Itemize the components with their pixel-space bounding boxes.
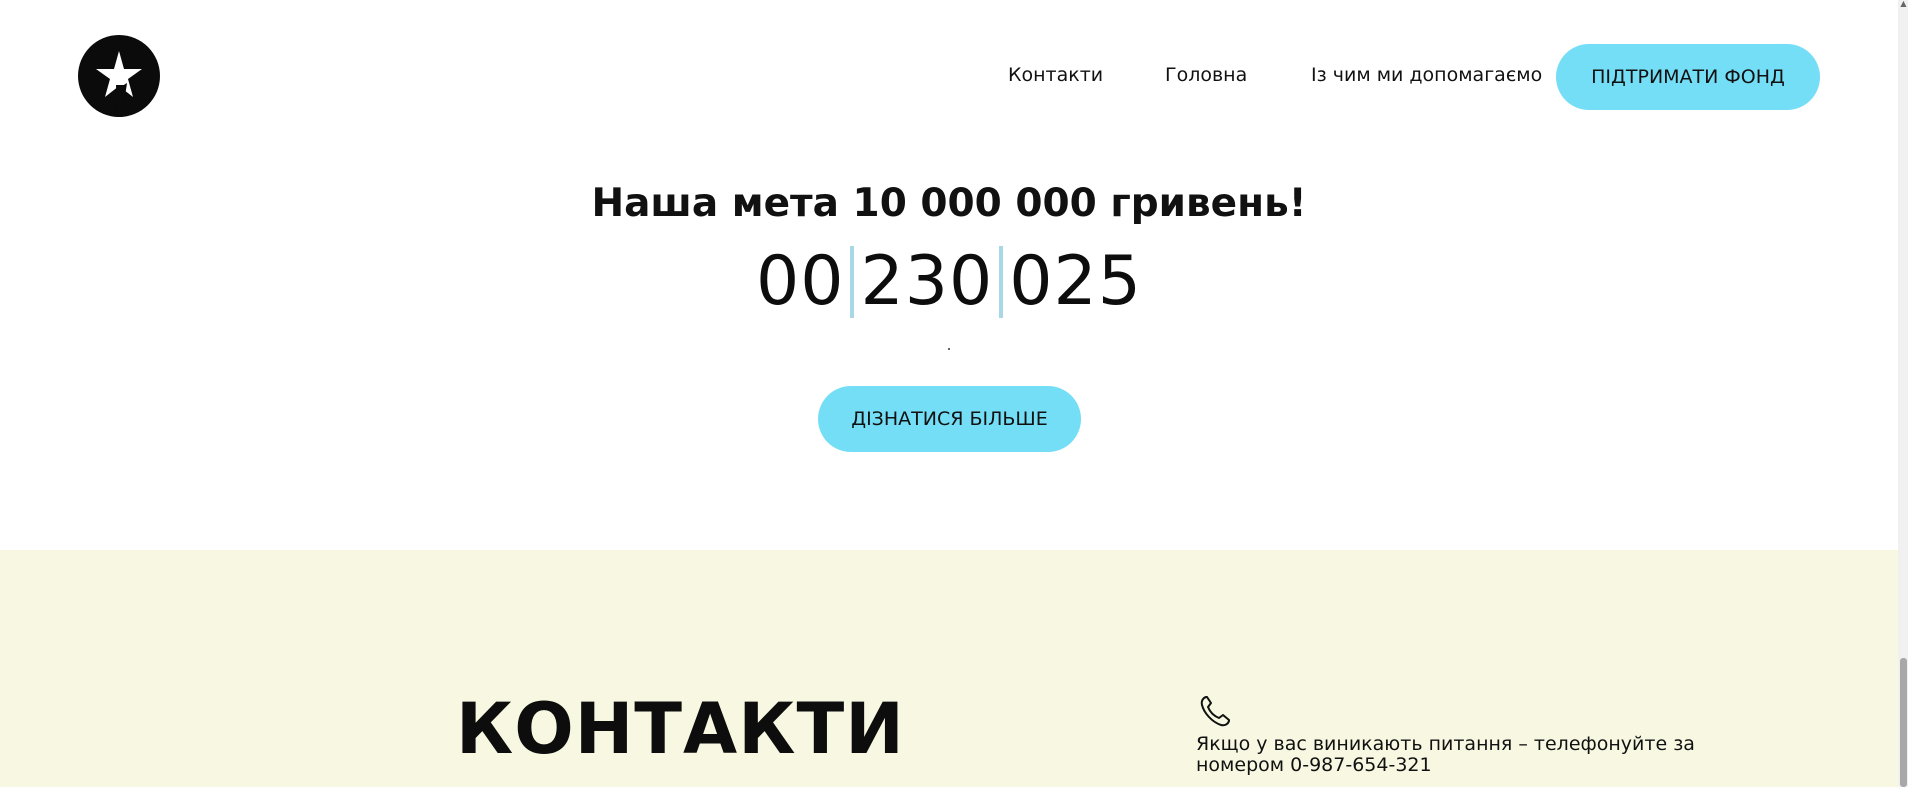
- decorative-dot: [948, 348, 950, 350]
- page: Контакти Головна Із чим ми допомагаємо П…: [0, 0, 1908, 787]
- contacts-info-text: Якщо у вас виникають питання – телефонуй…: [1196, 733, 1695, 776]
- donation-counter: 00 230 025: [0, 242, 1898, 322]
- contacts-section: КОНТАКТИ Якщо у вас виникають питання – …: [0, 550, 1898, 787]
- logo[interactable]: [78, 35, 160, 117]
- learn-more-button[interactable]: ДІЗНАТИСЯ БІЛЬШЕ: [818, 386, 1081, 452]
- goal-title: Наша мета 10 000 000 гривень!: [591, 181, 1307, 226]
- scrollbar-thumb[interactable]: [1900, 658, 1907, 787]
- nav-contacts[interactable]: Контакти: [1008, 63, 1103, 87]
- nav-home[interactable]: Головна: [1165, 63, 1247, 87]
- counter-group-millions: 00: [755, 242, 845, 321]
- star-in-circle-icon: [96, 51, 142, 117]
- counter-group-thousands: 230: [860, 242, 994, 321]
- nav-help[interactable]: Із чим ми допомагаємо: [1311, 63, 1542, 87]
- support-fund-button[interactable]: ПІДТРИМАТИ ФОНД: [1556, 44, 1820, 110]
- phone-icon: [1200, 696, 1230, 727]
- contacts-heading: КОНТАКТИ: [456, 688, 905, 770]
- counter-group-units: 025: [1009, 242, 1143, 321]
- scroll-up-arrow-icon[interactable]: ▲: [1900, 0, 1907, 10]
